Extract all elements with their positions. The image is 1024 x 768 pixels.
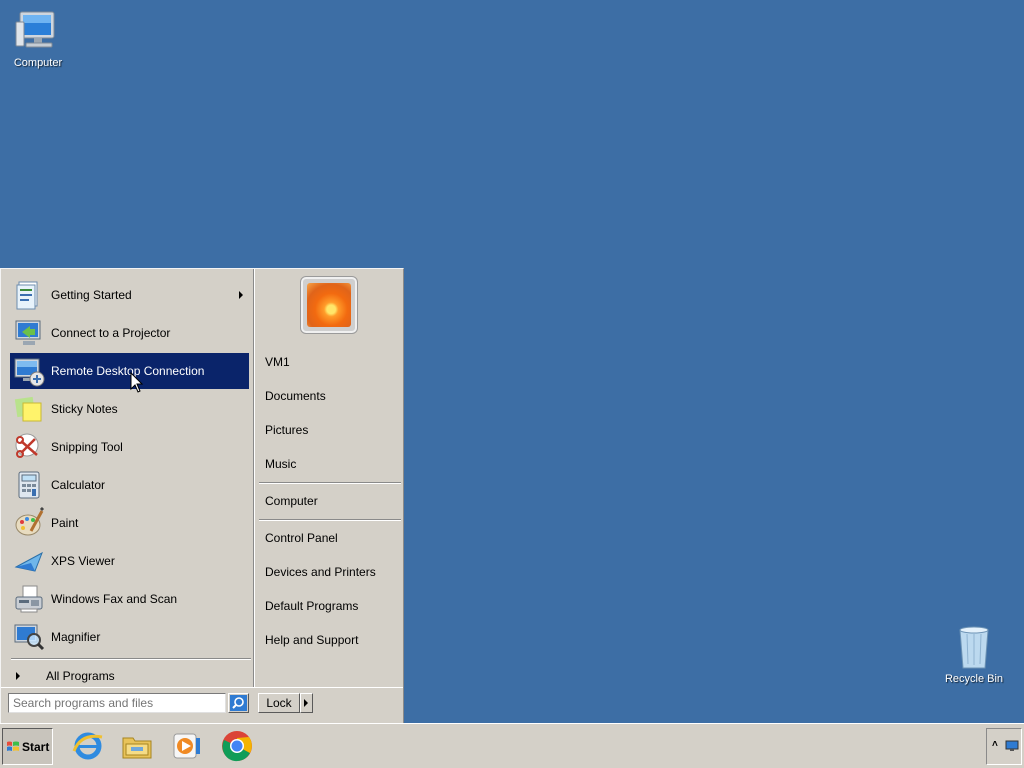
right-item-devices-and-printers[interactable]: Devices and Printers — [265, 562, 395, 582]
taskbar: Start ˄ — [0, 723, 1024, 768]
desktop-icon-recycle-bin[interactable]: Recycle Bin — [937, 624, 1011, 685]
programs-pane: Getting Started Connect to a Projector R… — [3, 271, 253, 685]
fax-icon — [13, 583, 45, 615]
media-player-icon[interactable] — [170, 729, 204, 763]
sticky-notes-icon — [13, 393, 45, 425]
chevron-up-icon[interactable]: ˄ — [992, 739, 998, 750]
submenu-arrow-icon — [239, 291, 243, 299]
program-label: Snipping Tool — [51, 440, 123, 454]
program-label: Remote Desktop Connection — [51, 364, 205, 378]
start-label: Start — [22, 739, 50, 754]
separator — [11, 658, 251, 660]
notification-area[interactable]: ˄ — [986, 728, 1022, 765]
program-snipping-tool[interactable]: Snipping Tool — [10, 429, 249, 465]
separator — [259, 482, 401, 484]
program-label: XPS Viewer — [51, 554, 115, 568]
program-paint[interactable]: Paint — [10, 505, 249, 541]
windows-logo-icon — [7, 741, 19, 751]
right-item-control-panel[interactable]: Control Panel — [265, 528, 395, 548]
program-label: Connect to a Projector — [51, 326, 171, 340]
computer-icon — [14, 8, 62, 54]
arrow-right-icon — [304, 699, 308, 707]
desktop-icon-label: Computer — [13, 57, 63, 69]
right-item-user[interactable]: VM1 — [265, 352, 395, 372]
separator — [259, 519, 401, 521]
desktop-icon-computer[interactable]: Computer — [1, 8, 75, 69]
right-item-music[interactable]: Music — [265, 454, 395, 474]
program-getting-started[interactable]: Getting Started — [10, 277, 249, 313]
magnifier-icon — [13, 621, 45, 653]
file-explorer-icon[interactable] — [120, 729, 154, 763]
flower-picture-icon — [307, 283, 351, 327]
program-label: Paint — [51, 516, 79, 530]
mouse-cursor-icon — [130, 372, 144, 393]
recycle-bin-icon — [950, 624, 998, 670]
program-label: Calculator — [51, 478, 106, 492]
desktop-icon-label: Recycle Bin — [944, 673, 1004, 685]
all-programs-label: All Programs — [46, 669, 115, 683]
search-icon — [230, 695, 247, 711]
program-windows-fax-and-scan[interactable]: Windows Fax and Scan — [10, 581, 249, 617]
internet-explorer-icon[interactable] — [71, 729, 105, 763]
right-item-computer[interactable]: Computer — [265, 491, 395, 511]
right-item-documents[interactable]: Documents — [265, 386, 395, 406]
projector-icon — [13, 317, 45, 349]
program-label: Windows Fax and Scan — [51, 592, 178, 606]
program-label: Magnifier — [51, 630, 101, 644]
remote-desktop-icon — [13, 355, 45, 387]
start-menu: Getting Started Connect to a Projector R… — [0, 268, 404, 723]
start-menu-bottom-bar: Lock — [1, 687, 403, 723]
search-button[interactable] — [228, 693, 249, 713]
shutdown-options-button[interactable] — [300, 693, 313, 713]
right-item-help-and-support[interactable]: Help and Support — [265, 630, 395, 650]
all-programs-button[interactable]: All Programs — [11, 665, 251, 687]
right-item-pictures[interactable]: Pictures — [265, 420, 395, 440]
getting-started-icon — [13, 279, 45, 311]
program-label: Getting Started — [51, 288, 132, 302]
lock-button[interactable]: Lock — [258, 693, 300, 713]
program-calculator[interactable]: Calculator — [10, 467, 249, 503]
program-magnifier[interactable]: Magnifier — [10, 619, 249, 655]
chrome-icon[interactable] — [220, 729, 254, 763]
scissors-icon — [13, 431, 45, 463]
places-pane: VM1 Documents Pictures Music Computer Co… — [255, 269, 403, 687]
program-xps-viewer[interactable]: XPS Viewer — [10, 543, 249, 579]
program-sticky-notes[interactable]: Sticky Notes — [10, 391, 249, 427]
right-item-default-programs[interactable]: Default Programs — [265, 596, 395, 616]
network-icon[interactable] — [1005, 740, 1019, 752]
user-avatar[interactable] — [301, 277, 357, 333]
program-label: Sticky Notes — [51, 402, 118, 416]
xps-viewer-icon — [13, 545, 45, 577]
expand-arrow-icon — [16, 672, 20, 680]
start-button[interactable]: Start — [2, 728, 53, 765]
search-input[interactable] — [8, 693, 226, 713]
calculator-icon — [13, 469, 45, 501]
program-connect-to-projector[interactable]: Connect to a Projector — [10, 315, 249, 351]
paint-palette-icon — [13, 506, 45, 539]
